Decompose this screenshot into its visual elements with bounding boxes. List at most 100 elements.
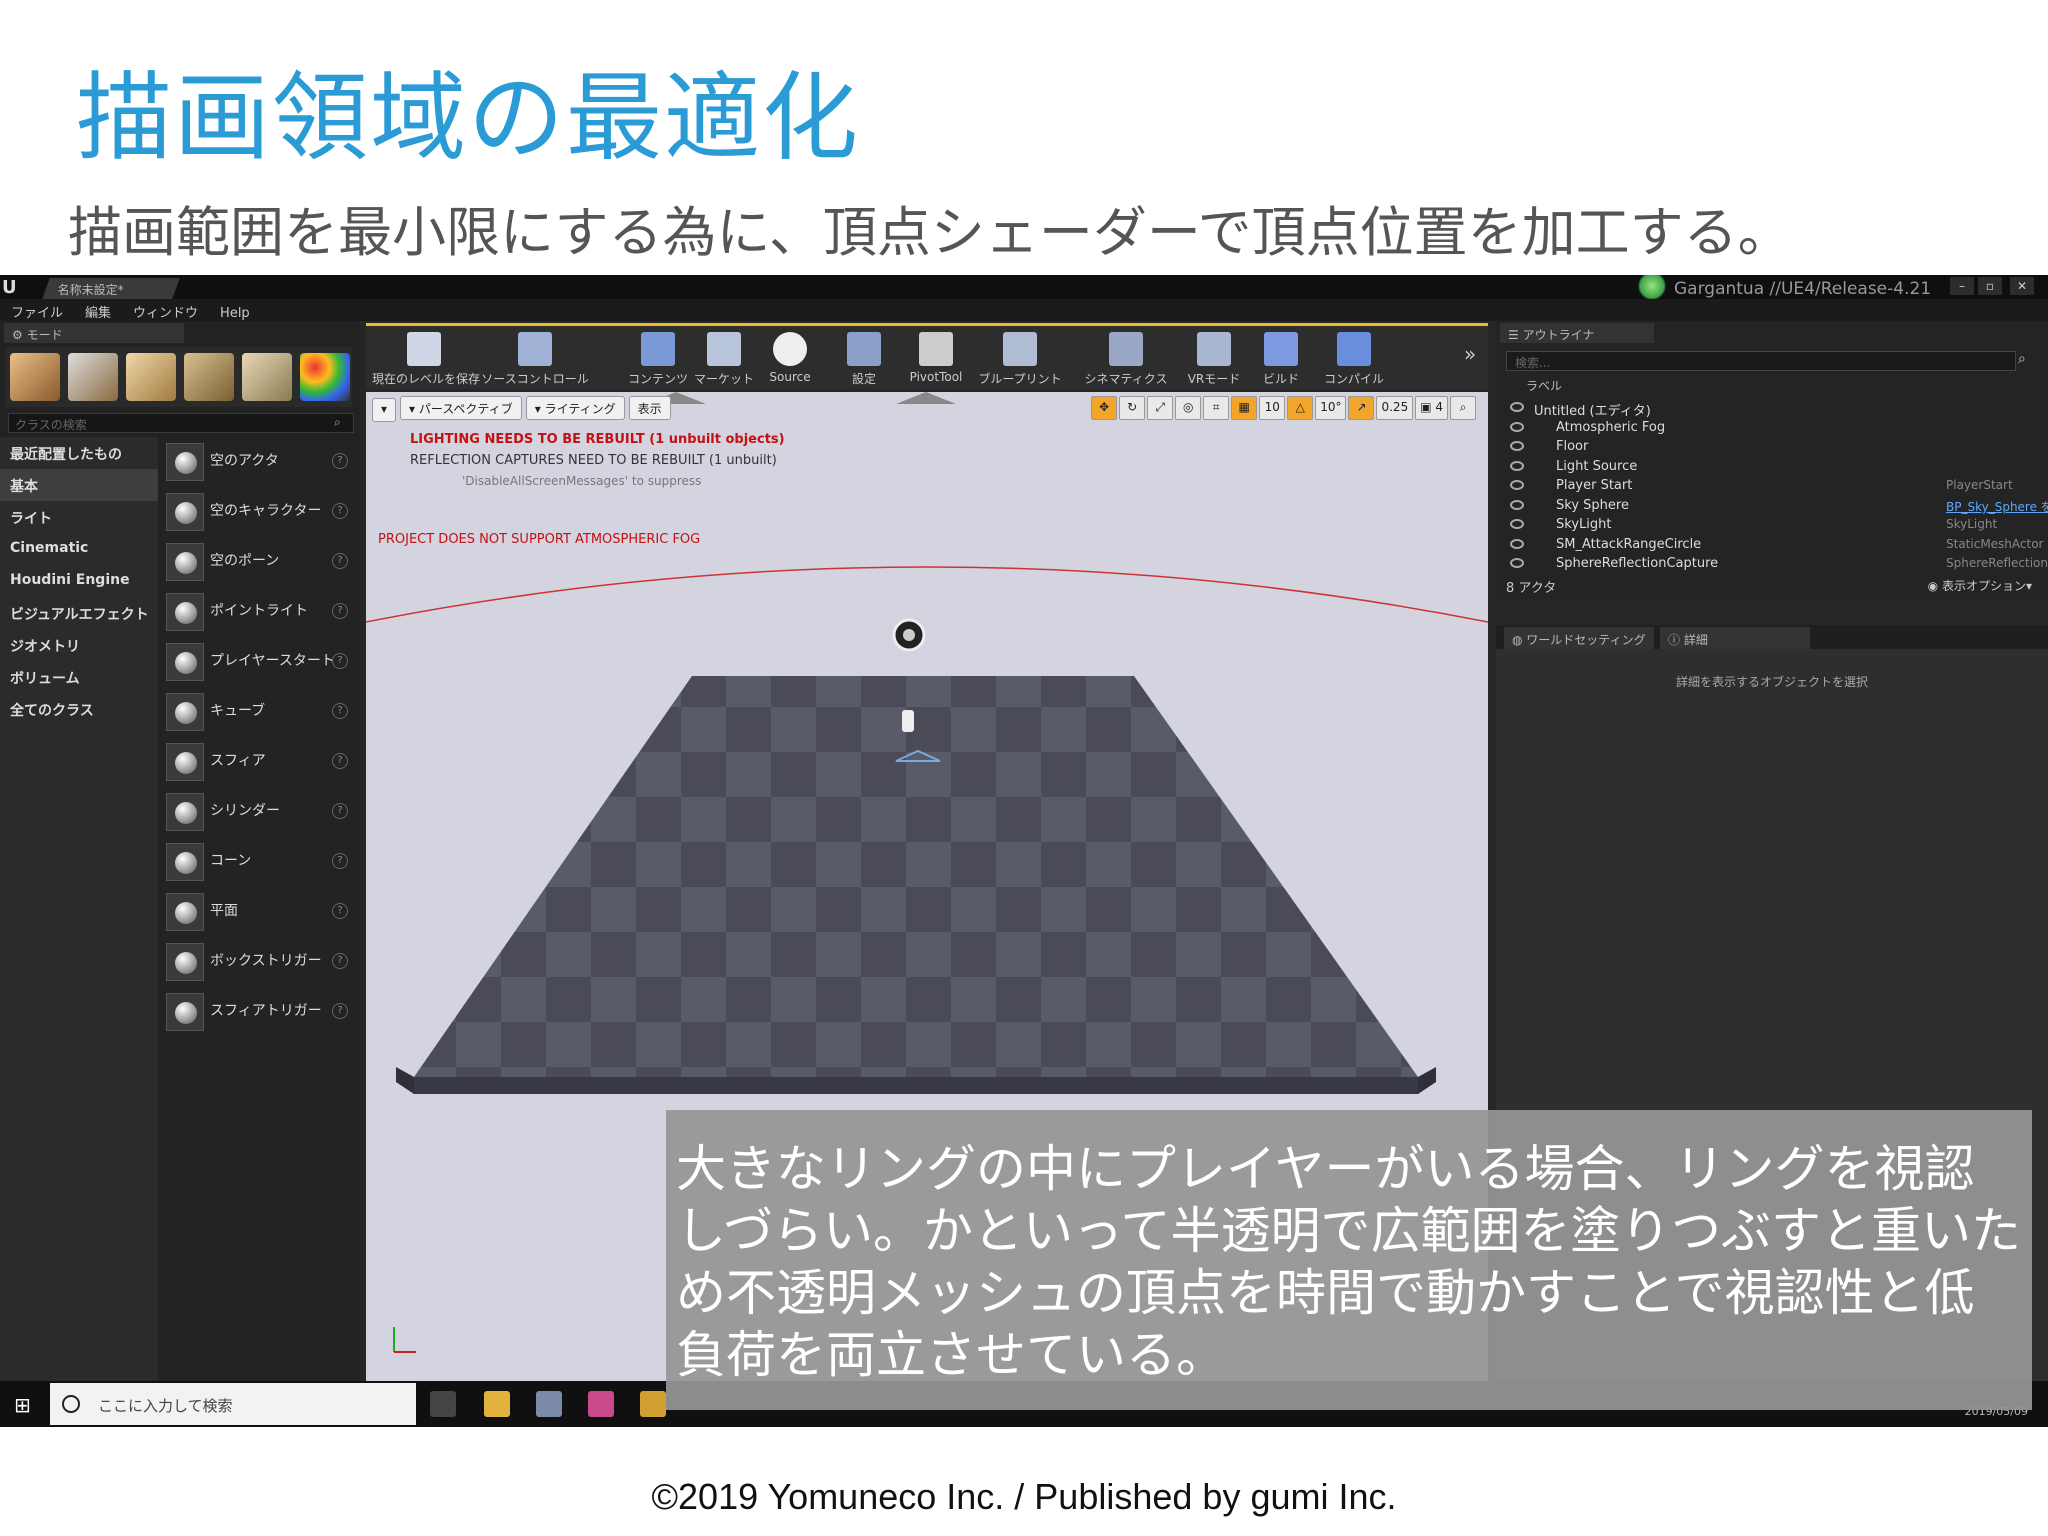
list-item[interactable]: ボックストリガー? (162, 937, 356, 987)
help-icon[interactable]: ? (332, 1003, 348, 1019)
app-icon[interactable] (588, 1391, 614, 1417)
geometry-mode-icon[interactable] (242, 353, 292, 401)
help-icon[interactable]: ? (332, 653, 348, 669)
category-cinematic[interactable]: Cinematic (0, 533, 158, 565)
source-control-button[interactable]: ソースコントロール (480, 330, 590, 390)
rotate-icon[interactable]: ↻ (1119, 396, 1146, 420)
settings-button[interactable]: 設定 (834, 330, 894, 390)
view-options-button[interactable]: ◉ 表示オプション▾ (1928, 577, 2032, 594)
foliage-mode-icon[interactable] (184, 353, 234, 401)
visibility-eye-icon[interactable] (1510, 500, 1524, 510)
table-row[interactable]: SphereReflectionCaptureSphereReflectionC… (1506, 555, 2048, 574)
app-icon[interactable] (536, 1391, 562, 1417)
vr-mode-button[interactable]: VRモード (1184, 330, 1244, 390)
help-icon[interactable]: ? (332, 703, 348, 719)
category-vfx[interactable]: ビジュアルエフェクト (0, 597, 158, 629)
task-view-icon[interactable] (430, 1391, 456, 1417)
table-row[interactable]: SkyLight SkyLight (1506, 516, 2036, 535)
help-icon[interactable]: ? (332, 953, 348, 969)
taskbar-search-input[interactable]: ここに入力して検索 (50, 1383, 416, 1425)
maximize-button[interactable]: ▫ (1978, 277, 2002, 295)
visibility-eye-icon[interactable] (1510, 558, 1524, 568)
visibility-eye-icon[interactable] (1510, 539, 1524, 549)
blueprints-button[interactable]: ブループリント (978, 330, 1062, 390)
category-lights[interactable]: ライト (0, 501, 158, 533)
modes-tab[interactable]: ⚙ モード (4, 323, 184, 343)
list-item[interactable]: ポイントライト? (162, 587, 356, 637)
list-item[interactable]: キューブ? (162, 687, 356, 737)
category-volumes[interactable]: ボリューム (0, 661, 158, 693)
level-tab[interactable]: 名称未設定* (42, 278, 180, 299)
category-basic[interactable]: 基本 (0, 469, 158, 501)
rotation-snap-value[interactable]: 10° (1315, 396, 1347, 420)
pivot-tool-button[interactable]: PivotTool (904, 330, 968, 390)
outliner-tab[interactable]: ☰ アウトライナ (1500, 323, 1654, 343)
scale-icon[interactable]: ⤢ (1147, 396, 1174, 420)
viewport-options-dropdown[interactable]: ▾ (372, 398, 397, 422)
perspective-button[interactable]: ▾ パースペクティブ (400, 396, 522, 420)
list-item[interactable]: 平面? (162, 887, 356, 937)
table-row[interactable]: Untitled (エディタ) (1506, 399, 2036, 419)
category-recent[interactable]: 最近配置したもの (0, 437, 158, 469)
outliner-search-input[interactable]: 検索... (1506, 351, 2016, 371)
table-row[interactable]: Light Source (1506, 458, 2036, 477)
help-icon[interactable]: ? (332, 803, 348, 819)
grid-snap-icon[interactable]: ▦ (1231, 396, 1258, 420)
scale-snap-value[interactable]: 0.25 (1376, 396, 1414, 420)
show-button[interactable]: 表示 (628, 396, 671, 420)
help-icon[interactable]: ? (332, 603, 348, 619)
tab-details[interactable]: ⓘ 詳細 (1660, 627, 1810, 649)
file-explorer-icon[interactable] (484, 1391, 510, 1417)
help-icon[interactable]: ? (332, 453, 348, 469)
app-icon[interactable] (640, 1391, 666, 1417)
visibility-eye-icon[interactable] (1510, 480, 1524, 490)
visibility-eye-icon[interactable] (1510, 441, 1524, 451)
visibility-eye-icon[interactable] (1510, 402, 1524, 412)
rotation-snap-icon[interactable]: △ (1287, 396, 1314, 420)
table-row[interactable]: Player Start PlayerStart (1506, 477, 2036, 496)
scale-snap-icon[interactable]: ↗ (1348, 396, 1375, 420)
paint-mode-icon[interactable] (68, 353, 118, 401)
list-item[interactable]: スフィアトリガー? (162, 987, 356, 1037)
table-row[interactable]: Floor (1506, 438, 2036, 457)
chevron-right-icon[interactable]: » (1464, 342, 1476, 366)
list-item[interactable]: 空のポーン? (162, 537, 356, 587)
list-item[interactable]: シリンダー? (162, 787, 356, 837)
surface-snap-icon[interactable]: ⌗ (1203, 396, 1230, 420)
tab-world-settings[interactable]: ◍ ワールドセッティング (1504, 627, 1654, 649)
table-row[interactable]: Atmospheric Fog (1506, 419, 2036, 438)
help-icon[interactable]: ? (332, 903, 348, 919)
table-row[interactable]: SM_AttackRangeCircle StaticMeshActor (1506, 536, 2043, 555)
help-icon[interactable]: ? (332, 853, 348, 869)
help-icon[interactable]: ? (332, 553, 348, 569)
world-icon[interactable]: ◎ (1175, 396, 1202, 420)
category-geometry[interactable]: ジオメトリ (0, 629, 158, 661)
maximize-viewport-icon[interactable]: ⌕ (1450, 396, 1476, 420)
edit-blueprint-link[interactable]: BP_Sky_Sphere を編集 (1946, 498, 2048, 515)
table-row[interactable]: Sky SphereBP_Sky_Sphere を編集 (1506, 497, 2048, 516)
list-item[interactable]: プレイヤースタート? (162, 637, 356, 687)
marketplace-button[interactable]: マーケット (694, 330, 754, 390)
grid-snap-value[interactable]: 10 (1259, 396, 1286, 420)
plugin-mode-icon[interactable] (300, 353, 350, 401)
translate-icon[interactable]: ✥ (1091, 396, 1118, 420)
category-all-classes[interactable]: 全てのクラス (0, 693, 158, 725)
build-button[interactable]: ビルド (1256, 330, 1306, 390)
list-item[interactable]: 空のアクタ? (162, 437, 356, 487)
category-houdini[interactable]: Houdini Engine (0, 565, 158, 597)
visibility-eye-icon[interactable] (1510, 461, 1524, 471)
list-item[interactable]: スフィア? (162, 737, 356, 787)
minimize-button[interactable]: – (1950, 277, 1974, 295)
class-search-input[interactable]: クラスの検索 (8, 413, 354, 433)
label-column-header[interactable]: ラベル (1506, 377, 2026, 393)
visibility-eye-icon[interactable] (1510, 422, 1524, 432)
help-icon[interactable]: ? (332, 503, 348, 519)
windows-start-icon[interactable]: ⊞ (14, 1393, 31, 1417)
camera-speed[interactable]: ▣ 4 (1415, 396, 1448, 420)
lighting-button[interactable]: ▾ ライティング (525, 396, 625, 420)
compile-button[interactable]: コンパイル (1324, 330, 1384, 390)
landscape-mode-icon[interactable] (126, 353, 176, 401)
save-level-button[interactable]: 現在のレベルを保存 (372, 330, 480, 390)
cinematics-button[interactable]: シネマティクス (1084, 330, 1168, 390)
list-item[interactable]: 空のキャラクター? (162, 487, 356, 537)
